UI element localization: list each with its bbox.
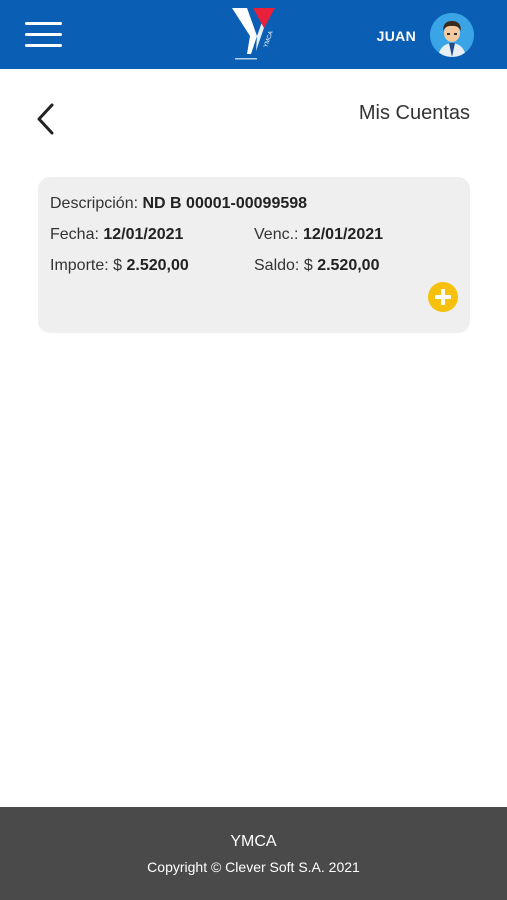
due-date-label: Venc.: — [254, 226, 299, 243]
description-value: ND B 00001-00099598 — [142, 195, 308, 212]
date-label: Fecha: — [50, 226, 99, 243]
amount-label: Importe: — [50, 257, 109, 274]
plus-circle-icon[interactable] — [428, 282, 458, 312]
balance-field: Saldo: $ 2.520,00 — [254, 257, 379, 275]
menu-bar-top — [25, 22, 62, 25]
due-date-field: Venc.: 12/01/2021 — [254, 226, 383, 244]
menu-bar-bottom — [25, 44, 62, 47]
hamburger-menu-icon[interactable] — [25, 21, 62, 49]
balance-currency: $ — [303, 257, 313, 274]
logo-wordmark: YMCA — [263, 30, 275, 48]
balance-label: Saldo: — [254, 257, 300, 274]
account-card: Descripción: ND B 00001-00099598 Fecha: … — [38, 177, 470, 333]
user-avatar[interactable] — [430, 13, 474, 57]
date-value: 12/01/2021 — [103, 226, 184, 243]
avatar-icon — [430, 13, 474, 57]
ymca-logo[interactable]: YMCA — [229, 6, 279, 64]
footer-copyright: Copyright © Clever Soft S.A. 2021 — [147, 859, 360, 875]
description-field: Descripción: ND B 00001-00099598 — [50, 195, 307, 213]
page-title: Mis Cuentas — [358, 102, 470, 124]
back-chevron-icon[interactable] — [32, 100, 62, 138]
footer-brand: YMCA — [230, 833, 277, 850]
app-footer: YMCA Copyright © Clever Soft S.A. 2021 — [0, 807, 507, 900]
date-field: Fecha: 12/01/2021 — [50, 226, 183, 244]
amount-currency: $ — [113, 257, 123, 274]
menu-bar-middle — [25, 33, 62, 36]
description-label: Descripción: — [50, 195, 139, 212]
app-header: YMCA JUAN — [0, 0, 507, 69]
due-date-value: 12/01/2021 — [302, 226, 384, 243]
balance-value: 2.520,00 — [317, 257, 380, 274]
user-name[interactable]: JUAN — [360, 28, 416, 44]
amount-value: 2.520,00 — [126, 257, 189, 274]
amount-field: Importe: $ 2.520,00 — [50, 257, 189, 275]
